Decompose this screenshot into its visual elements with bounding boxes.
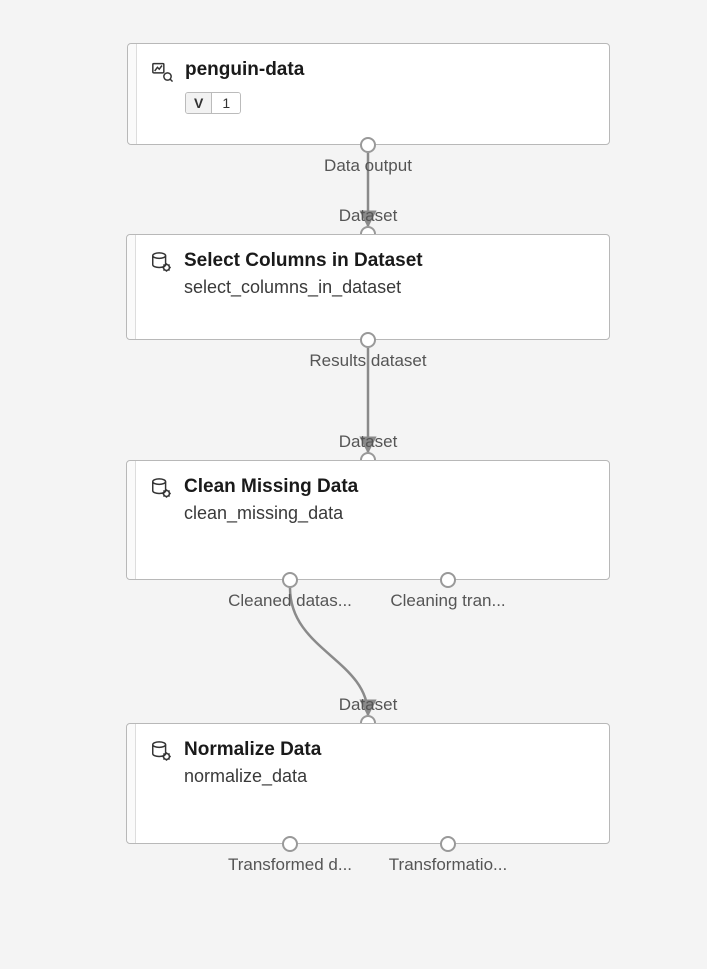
module-icon (150, 477, 172, 504)
node-accent-bar (127, 461, 136, 579)
node-subtitle: select_columns_in_dataset (184, 275, 593, 299)
port-label: Dataset (339, 695, 398, 715)
port-label: Results dataset (309, 351, 426, 371)
port-label: Cleaned datas... (228, 591, 352, 611)
port-label: Transformatio... (389, 855, 507, 875)
node-subtitle: clean_missing_data (184, 501, 593, 525)
port-label: Dataset (339, 206, 398, 226)
port-normalize-out-1[interactable] (282, 836, 298, 852)
pipeline-canvas[interactable]: penguin-data V 1 Data output Dataset (0, 0, 707, 969)
node-accent-bar (127, 724, 136, 843)
node-clean-missing-data[interactable]: Clean Missing Data clean_missing_data (126, 460, 610, 580)
port-normalize-out-2[interactable] (440, 836, 456, 852)
node-penguin-data[interactable]: penguin-data V 1 (127, 43, 610, 145)
module-icon (150, 251, 172, 278)
port-label: Data output (324, 156, 412, 176)
version-letter: V (186, 93, 212, 113)
node-select-columns[interactable]: Select Columns in Dataset select_columns… (126, 234, 610, 340)
node-normalize-data[interactable]: Normalize Data normalize_data (126, 723, 610, 844)
dataset-icon (151, 60, 173, 87)
node-title: Normalize Data (184, 738, 593, 762)
port-select-out[interactable] (360, 332, 376, 348)
port-clean-out-1[interactable] (282, 572, 298, 588)
port-label: Cleaning tran... (390, 591, 505, 611)
port-penguin-out[interactable] (360, 137, 376, 153)
port-label: Transformed d... (228, 855, 352, 875)
node-accent-bar (127, 235, 136, 339)
node-title: penguin-data (185, 58, 593, 82)
node-title: Clean Missing Data (184, 475, 593, 499)
port-clean-out-2[interactable] (440, 572, 456, 588)
module-icon (150, 740, 172, 767)
node-accent-bar (128, 44, 137, 144)
version-badge: V 1 (185, 92, 241, 114)
node-subtitle: normalize_data (184, 764, 593, 788)
port-label: Dataset (339, 432, 398, 452)
node-title: Select Columns in Dataset (184, 249, 593, 273)
version-number: 1 (212, 93, 240, 113)
